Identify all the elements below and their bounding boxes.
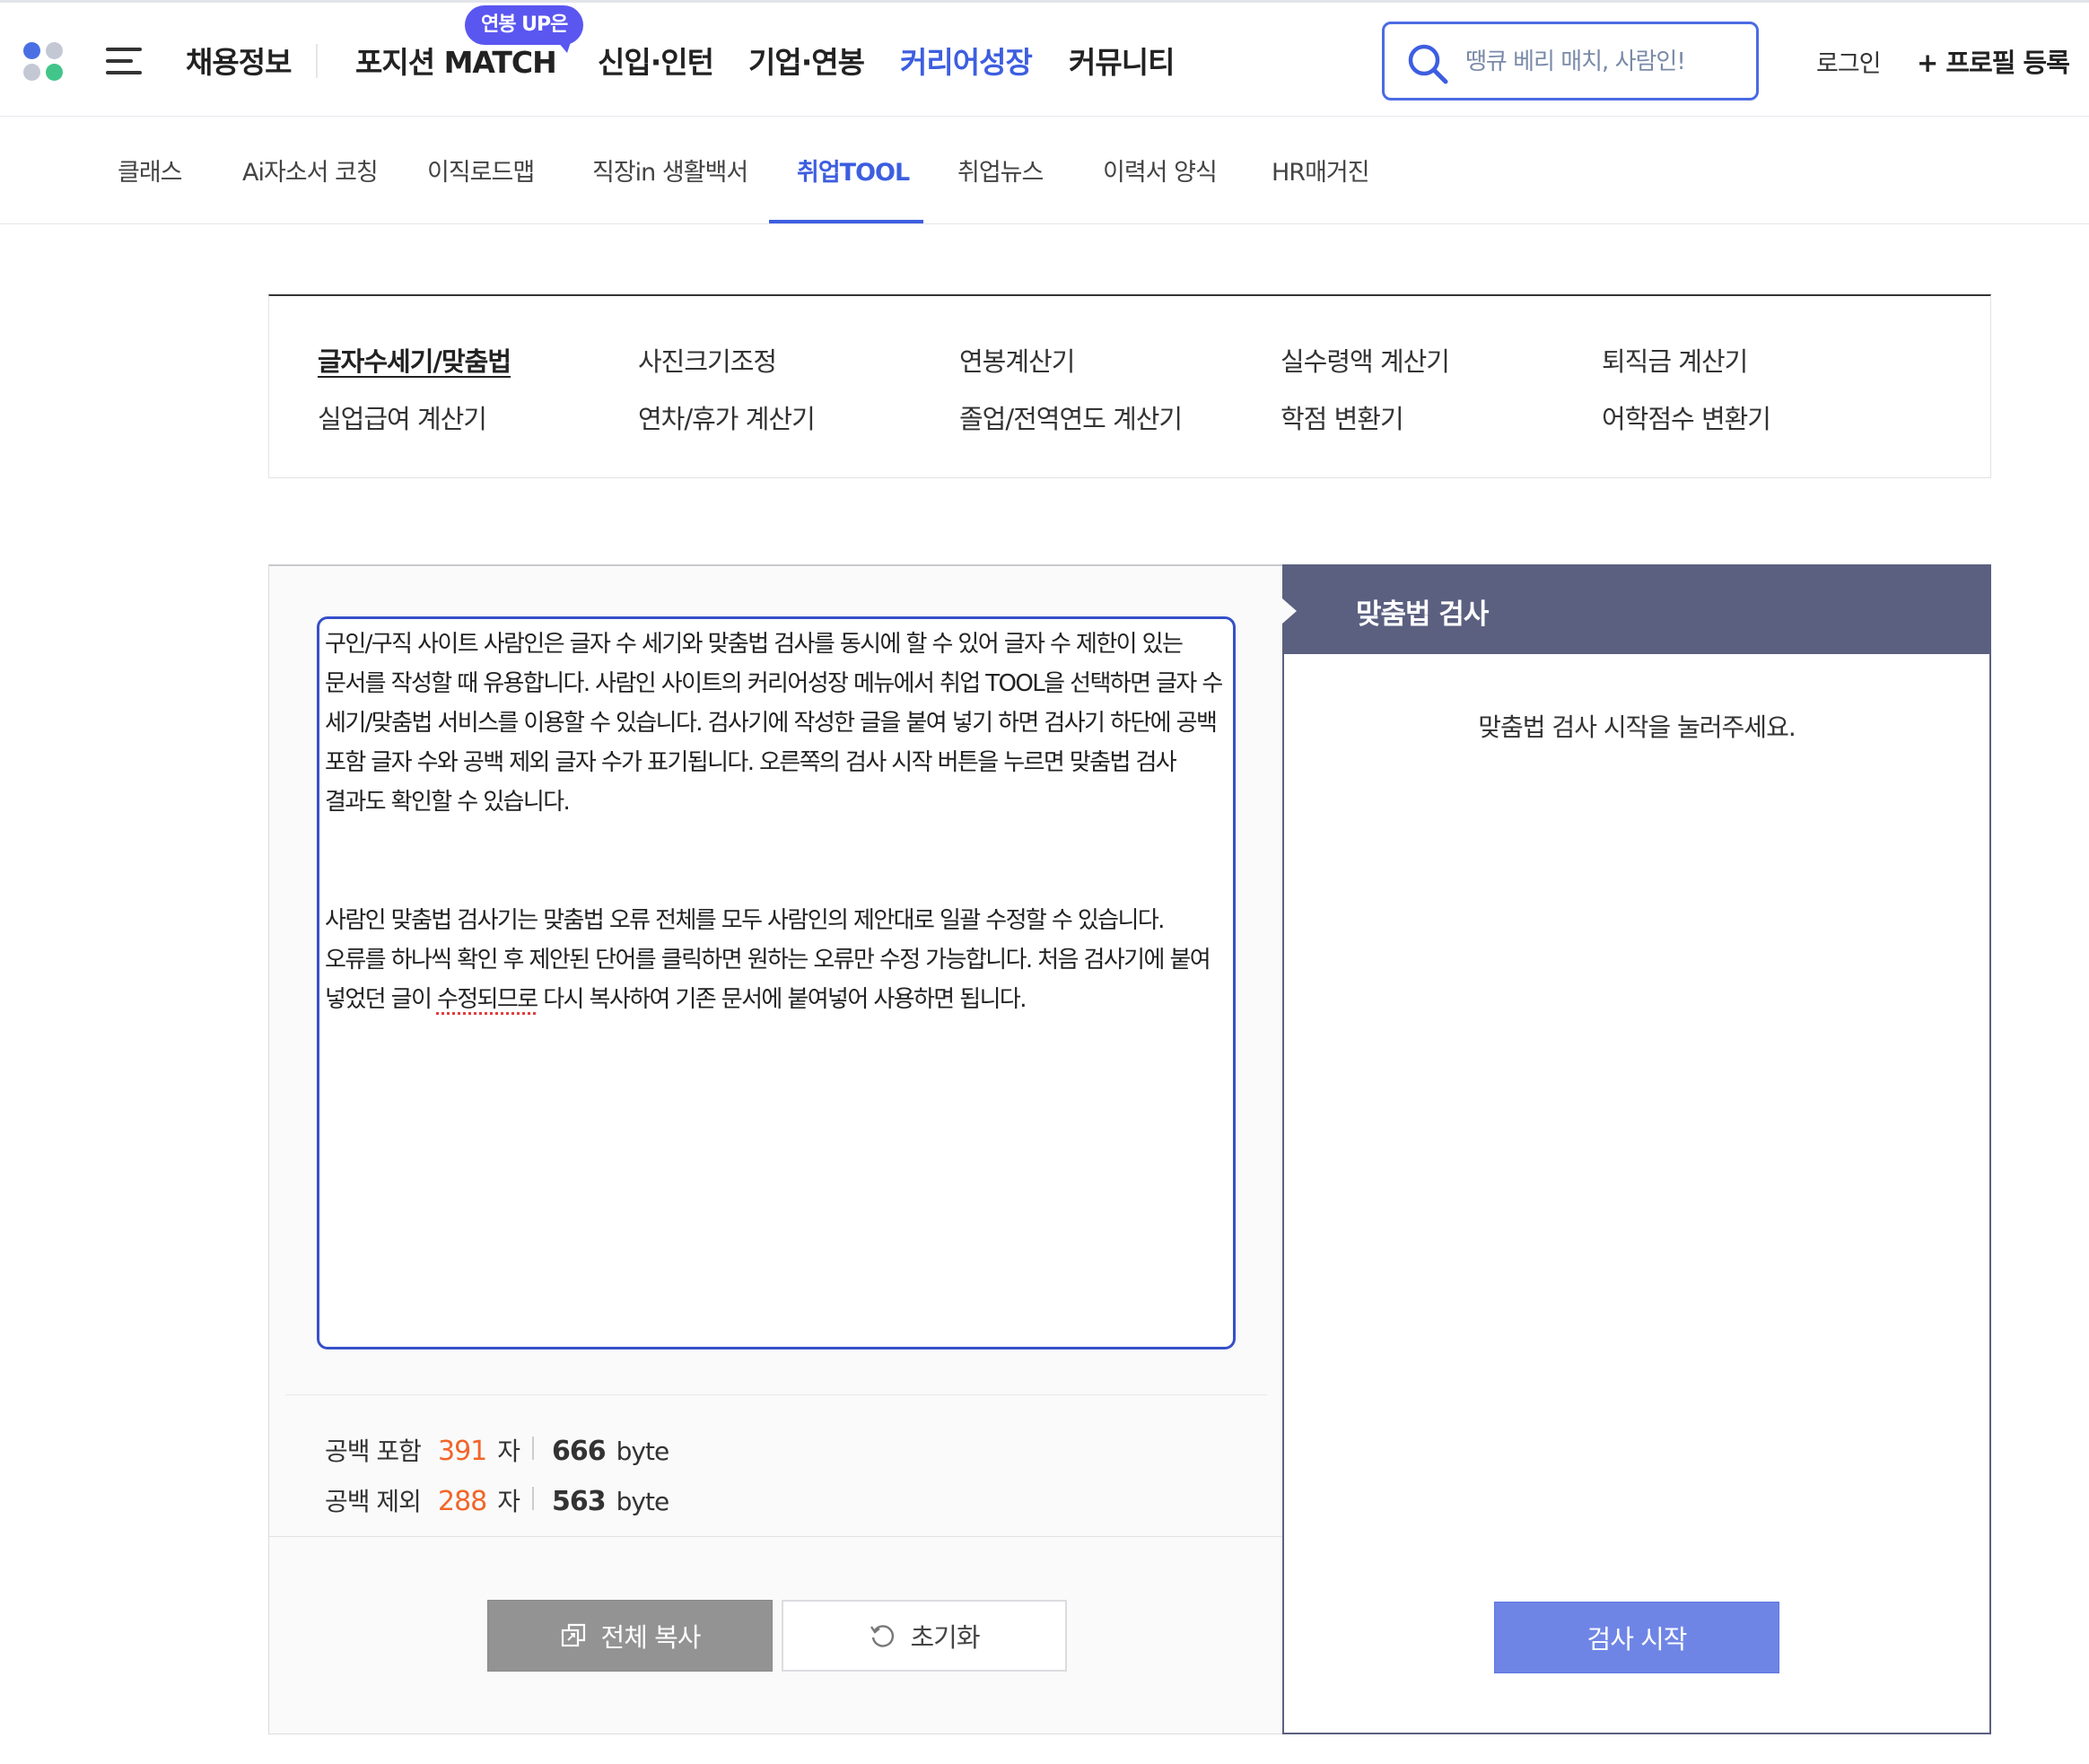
subnav-item-work-life-guide[interactable]: 직장in 생활백서 bbox=[592, 153, 748, 188]
copy-icon bbox=[561, 1623, 585, 1647]
logo-icon[interactable] bbox=[23, 42, 65, 83]
tool-annual-leave-calculator[interactable]: 연차/휴가 계산기 bbox=[638, 398, 816, 436]
start-check-button[interactable]: 검사 시작 bbox=[1494, 1602, 1779, 1673]
gnb-item-community[interactable]: 커뮤니티 bbox=[1069, 39, 1175, 82]
subnav-item-career-roadmap[interactable]: 이직로드맵 bbox=[427, 153, 535, 188]
match-badge: 연봉 UP은 bbox=[465, 5, 584, 53]
gnb-item-jobs[interactable]: 채용정보 bbox=[186, 39, 292, 82]
subnav-item-job-tool[interactable]: 취업TOOL bbox=[797, 153, 910, 188]
char-unit: 자 bbox=[497, 1437, 520, 1466]
reset-label: 초기화 bbox=[910, 1622, 980, 1653]
tool-unemployment-benefit-calculator[interactable]: 실업급여 계산기 bbox=[318, 398, 487, 436]
tool-char-count-spellcheck[interactable]: 글자수세기/맞춤법 bbox=[318, 341, 511, 379]
result-title: 맞춤법 검사 bbox=[1356, 598, 1489, 631]
global-navigation-bar: 채용정보 포지션 MATCH 연봉 UP은 신입·인턴 기업·연봉 커리어성장 … bbox=[0, 0, 2089, 117]
gnb-item-position-match[interactable]: 포지션 MATCH bbox=[355, 39, 557, 82]
gnb-item-company-salary[interactable]: 기업·연봉 bbox=[748, 39, 865, 82]
byte-count: 563 bbox=[552, 1486, 607, 1517]
tool-gpa-converter[interactable]: 학점 변환기 bbox=[1280, 398, 1404, 436]
tool-language-score-converter[interactable]: 어학점수 변환기 bbox=[1602, 398, 1771, 436]
gnb-item-career-growth[interactable]: 커리어성장 bbox=[900, 39, 1033, 82]
byte-count: 666 bbox=[552, 1436, 607, 1467]
char-unit: 자 bbox=[497, 1487, 520, 1516]
tool-graduation-discharge-calculator[interactable]: 졸업/전역연도 계산기 bbox=[959, 398, 1183, 436]
editor-text-segment: 다시 복사하여 기존 문서에 붙여넣어 사용하면 됩니다. bbox=[537, 986, 1027, 1013]
result-message: 맞춤법 검사 시작을 눌러주세요. bbox=[1478, 712, 1796, 742]
subnav-item-resume-templates[interactable]: 이력서 양식 bbox=[1103, 153, 1218, 188]
subnav-item-hr-magazine[interactable]: HR매거진 bbox=[1272, 153, 1370, 188]
byte-unit: byte bbox=[616, 1487, 670, 1516]
tool-net-pay-calculator[interactable]: 실수령액 계산기 bbox=[1280, 341, 1450, 379]
copy-all-button[interactable]: 전체 복사 bbox=[487, 1600, 773, 1672]
text-editor[interactable]: 구인/구직 사이트 사람인은 글자 수 세기와 맞춤법 검사를 동시에 할 수 … bbox=[317, 616, 1236, 1349]
gnb-divider bbox=[316, 44, 318, 78]
login-link[interactable]: 로그인 bbox=[1816, 44, 1882, 79]
spelling-error-word[interactable]: 수정되므로 bbox=[437, 986, 538, 1013]
tool-salary-calculator[interactable]: 연봉계산기 bbox=[959, 341, 1075, 379]
char-count: 391 bbox=[438, 1436, 487, 1467]
byte-unit: byte bbox=[616, 1437, 670, 1466]
subnav-item-ai-cover-letter[interactable]: Ai자소서 코칭 bbox=[242, 153, 379, 188]
sub-navigation: 클래스 Ai자소서 코칭 이직로드맵 직장in 생활백서 취업TOOL 취업뉴스… bbox=[0, 117, 2089, 224]
separator bbox=[532, 1487, 535, 1510]
spellcheck-result-panel: 맞춤법 검사 맞춤법 검사 시작을 눌러주세요. 검사 시작 bbox=[1282, 564, 1991, 1734]
result-header: 맞춤법 검사 bbox=[1282, 566, 1989, 654]
count-without-space: 공백 제외 288 자 563 byte bbox=[325, 1482, 669, 1518]
subnav-item-job-news[interactable]: 취업뉴스 bbox=[957, 153, 1044, 188]
count-label: 공백 제외 bbox=[325, 1487, 422, 1516]
reset-icon bbox=[870, 1625, 895, 1647]
reset-button[interactable]: 초기화 bbox=[782, 1600, 1067, 1672]
profile-register-link[interactable]: + 프로필 등록 bbox=[1917, 42, 2070, 80]
editor-blank-line bbox=[325, 822, 1228, 901]
header-arrow bbox=[1282, 598, 1297, 624]
copy-all-label: 전체 복사 bbox=[600, 1622, 702, 1653]
divider bbox=[285, 1394, 1267, 1395]
char-count: 288 bbox=[438, 1486, 487, 1517]
search-input[interactable] bbox=[1465, 42, 1735, 82]
search-icon[interactable] bbox=[1406, 42, 1449, 85]
active-tab-underline bbox=[769, 220, 923, 223]
tool-photo-resize[interactable]: 사진크기조정 bbox=[638, 341, 777, 379]
divider bbox=[269, 1536, 1282, 1537]
gnb-item-newcomer-intern[interactable]: 신입·인턴 bbox=[598, 39, 714, 82]
editor-paragraph: 사람인 맞춤법 검사기는 맞춤법 오류 전체를 모두 사람인의 제안대로 일괄 … bbox=[325, 901, 1228, 1019]
separator bbox=[532, 1437, 535, 1460]
search-box[interactable] bbox=[1382, 22, 1759, 100]
tool-severance-calculator[interactable]: 퇴직금 계산기 bbox=[1602, 341, 1748, 379]
editor-panel: 구인/구직 사이트 사람인은 글자 수 세기와 맞춤법 검사를 동시에 할 수 … bbox=[268, 564, 1283, 1734]
count-with-space: 공백 포함 391 자 666 byte bbox=[325, 1432, 669, 1468]
tool-menu: 글자수세기/맞춤법 사진크기조정 연봉계산기 실수령액 계산기 퇴직금 계산기 … bbox=[268, 294, 1991, 478]
hamburger-menu-icon[interactable] bbox=[106, 48, 144, 74]
editor-paragraph: 구인/구직 사이트 사람인은 글자 수 세기와 맞춤법 검사를 동시에 할 수 … bbox=[325, 631, 1228, 816]
editor-text[interactable]: 구인/구직 사이트 사람인은 글자 수 세기와 맞춤법 검사를 동시에 할 수 … bbox=[319, 619, 1233, 1025]
count-label: 공백 포함 bbox=[325, 1437, 422, 1466]
subnav-item-class[interactable]: 클래스 bbox=[118, 153, 183, 188]
